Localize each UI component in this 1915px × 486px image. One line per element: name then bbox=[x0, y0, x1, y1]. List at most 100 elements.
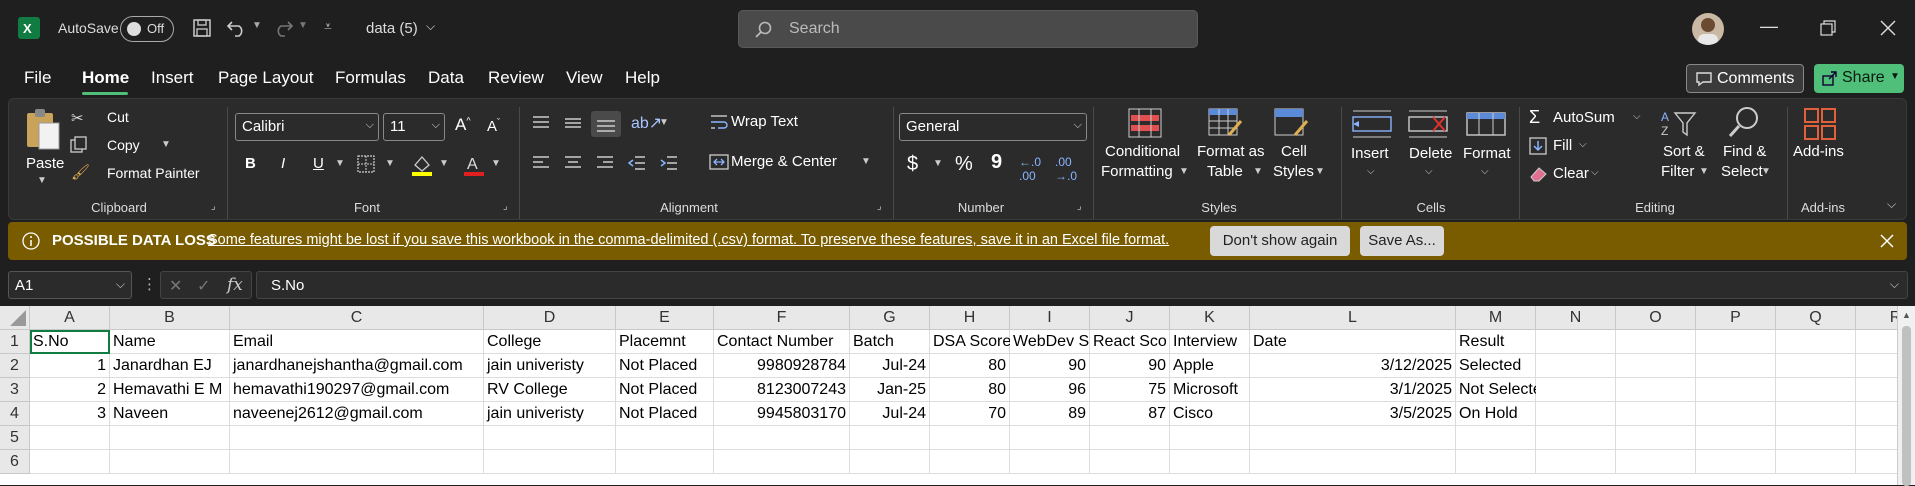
font-color-dropdown-icon[interactable]: ▼ bbox=[491, 158, 501, 169]
header-cell[interactable]: Contact Number bbox=[714, 330, 850, 354]
borders-dropdown-icon[interactable]: ▼ bbox=[385, 158, 395, 169]
percent-button[interactable]: % bbox=[955, 153, 973, 176]
row-header[interactable]: 3 bbox=[0, 378, 30, 402]
table-cell[interactable]: 96 bbox=[1010, 378, 1090, 402]
header-cell[interactable] bbox=[1536, 330, 1616, 354]
column-header[interactable]: J bbox=[1090, 306, 1170, 330]
table-cell[interactable] bbox=[1010, 450, 1090, 474]
number-launcher-icon[interactable]: ⌟ bbox=[1077, 201, 1082, 212]
column-header[interactable]: L bbox=[1250, 306, 1456, 330]
vertical-scrollbar[interactable]: ▲ bbox=[1897, 306, 1915, 486]
header-cell[interactable]: Email bbox=[230, 330, 484, 354]
table-cell[interactable] bbox=[110, 450, 230, 474]
merge-dropdown-icon[interactable]: ▼ bbox=[861, 156, 871, 167]
table-cell[interactable]: jain univeristy bbox=[484, 354, 616, 378]
italic-button[interactable]: I bbox=[281, 155, 285, 172]
header-cell[interactable]: Interview bbox=[1170, 330, 1250, 354]
table-cell[interactable]: RV College bbox=[484, 378, 616, 402]
table-cell[interactable] bbox=[714, 450, 850, 474]
table-cell[interactable]: jain univeristy bbox=[484, 402, 616, 426]
table-cell[interactable] bbox=[1170, 426, 1250, 450]
fill-icon[interactable] bbox=[1529, 137, 1547, 155]
autosum-button[interactable]: AutoSum bbox=[1553, 109, 1615, 126]
table-cell[interactable]: Not Selected bbox=[1456, 378, 1551, 402]
column-header[interactable]: O bbox=[1616, 306, 1696, 330]
merge-center-button[interactable]: Merge & Center bbox=[731, 153, 837, 170]
table-cell[interactable]: 89 bbox=[1010, 402, 1090, 426]
table-cell[interactable] bbox=[1696, 450, 1776, 474]
table-cell[interactable] bbox=[1536, 450, 1616, 474]
dont-show-again-button[interactable]: Don't show again bbox=[1210, 226, 1350, 256]
fill-button[interactable]: Fill bbox=[1553, 137, 1572, 154]
close-warning-icon[interactable] bbox=[1880, 234, 1894, 248]
header-cell[interactable]: Placemnt bbox=[616, 330, 714, 354]
table-cell[interactable] bbox=[616, 450, 714, 474]
align-top-icon[interactable] bbox=[531, 115, 551, 131]
table-cell[interactable] bbox=[1616, 354, 1696, 378]
table-cell[interactable] bbox=[1776, 402, 1856, 426]
format-table-dropdown-icon[interactable]: ▼ bbox=[1253, 166, 1263, 177]
bold-button[interactable]: B bbox=[245, 155, 256, 172]
number-format-select[interactable]: General ⌵ bbox=[899, 113, 1087, 141]
table-cell[interactable]: 70 bbox=[930, 402, 1010, 426]
increase-indent-icon[interactable] bbox=[659, 155, 679, 171]
table-cell[interactable]: Not Placed bbox=[616, 354, 714, 378]
paste-dropdown-icon[interactable]: ▼ bbox=[37, 175, 47, 186]
table-cell[interactable] bbox=[1616, 378, 1696, 402]
tab-home[interactable]: Home bbox=[82, 68, 129, 88]
table-cell[interactable] bbox=[1536, 426, 1616, 450]
row-header[interactable]: 5 bbox=[0, 426, 30, 450]
autosum-dropdown-icon[interactable]: ⌵ bbox=[1633, 111, 1641, 122]
table-cell[interactable] bbox=[850, 426, 930, 450]
decrease-indent-icon[interactable] bbox=[627, 155, 647, 171]
table-cell[interactable] bbox=[1536, 402, 1616, 426]
table-cell[interactable] bbox=[1696, 378, 1776, 402]
currency-dropdown-icon[interactable]: ▼ bbox=[933, 158, 943, 169]
table-cell[interactable]: janardhanejshantha@gmail.com bbox=[230, 354, 484, 378]
orientation-dropdown-icon[interactable]: ▼ bbox=[659, 117, 669, 128]
table-cell[interactable]: Cisco bbox=[1170, 402, 1250, 426]
table-cell[interactable]: Janardhan EJ bbox=[110, 354, 230, 378]
header-cell[interactable] bbox=[1776, 330, 1856, 354]
table-cell[interactable]: 1 bbox=[30, 354, 110, 378]
header-cell[interactable]: College bbox=[484, 330, 616, 354]
sort-dropdown-icon[interactable]: ▼ bbox=[1699, 166, 1709, 177]
delete-cells-icon[interactable] bbox=[1407, 107, 1449, 139]
table-cell[interactable] bbox=[1776, 450, 1856, 474]
header-cell[interactable]: WebDev S bbox=[1010, 330, 1090, 354]
font-family-select[interactable]: Calibri ⌵ bbox=[235, 113, 379, 141]
add-ins-button[interactable]: Add-ins bbox=[1793, 143, 1844, 160]
align-bottom-icon[interactable] bbox=[591, 111, 621, 137]
table-cell[interactable] bbox=[616, 426, 714, 450]
table-cell[interactable]: Not Placed bbox=[616, 378, 714, 402]
table-cell[interactable] bbox=[1010, 426, 1090, 450]
find-select-icon[interactable] bbox=[1727, 105, 1763, 139]
sort-filter-label-2[interactable]: Filter bbox=[1661, 163, 1694, 180]
redo-dropdown-icon[interactable]: ▼ bbox=[298, 20, 308, 31]
column-header[interactable]: I bbox=[1010, 306, 1090, 330]
table-cell[interactable]: Apple bbox=[1170, 354, 1250, 378]
underline-button[interactable]: U bbox=[313, 155, 324, 172]
table-cell[interactable] bbox=[1456, 426, 1536, 450]
table-cell[interactable] bbox=[230, 426, 484, 450]
autosum-icon[interactable]: Σ bbox=[1529, 107, 1540, 128]
copy-button[interactable]: Copy bbox=[107, 137, 140, 153]
column-header[interactable]: H bbox=[930, 306, 1010, 330]
conditional-formatting-label-1[interactable]: Conditional bbox=[1105, 143, 1180, 160]
table-cell[interactable]: naveenej2612@gmail.com bbox=[230, 402, 484, 426]
header-cell[interactable] bbox=[1616, 330, 1696, 354]
decrease-decimal-icon[interactable]: .00 →.0 bbox=[1055, 155, 1077, 183]
table-cell[interactable]: Hemavathi E M bbox=[110, 378, 230, 402]
underline-dropdown-icon[interactable]: ▼ bbox=[335, 158, 345, 169]
select-all-corner[interactable] bbox=[0, 306, 30, 330]
fill-color-icon[interactable] bbox=[411, 153, 433, 177]
paste-label[interactable]: Paste bbox=[26, 155, 64, 172]
table-cell[interactable] bbox=[1616, 426, 1696, 450]
column-header[interactable]: F bbox=[714, 306, 850, 330]
format-as-table-label-2[interactable]: Table bbox=[1207, 163, 1243, 180]
find-select-label-2[interactable]: Select bbox=[1721, 163, 1763, 180]
share-button[interactable]: Share ▼ bbox=[1814, 64, 1904, 93]
column-header[interactable]: D bbox=[484, 306, 616, 330]
table-cell[interactable] bbox=[1776, 426, 1856, 450]
undo-icon[interactable] bbox=[226, 18, 248, 38]
